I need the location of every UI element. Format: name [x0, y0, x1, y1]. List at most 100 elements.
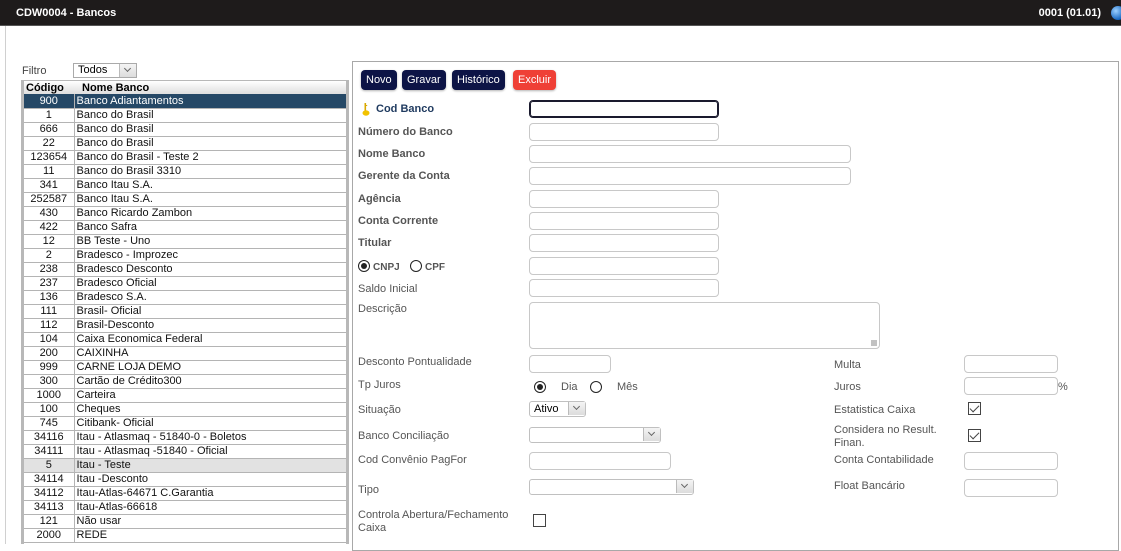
document-input[interactable]	[529, 257, 719, 275]
resize-grip-icon[interactable]	[871, 340, 877, 346]
estatistica-caixa-checkbox[interactable]	[968, 402, 981, 415]
table-row[interactable]: 2000 REDE	[24, 528, 349, 543]
cell-codigo: 2000	[24, 528, 75, 543]
table-row[interactable]: 237 Bradesco Oficial	[24, 276, 349, 291]
table-row[interactable]: 112 Brasil-Desconto	[24, 318, 349, 333]
cell-codigo: 22	[24, 136, 75, 151]
table-row[interactable]: 1 Banco do Brasil	[24, 108, 349, 123]
desconto-pontualidade-input[interactable]	[529, 355, 611, 373]
banco-conciliacao-label: Banco Conciliação	[358, 430, 450, 442]
historico-button[interactable]: Histórico	[452, 70, 505, 90]
cnpj-label: CNPJ	[373, 262, 400, 273]
juros-input[interactable]	[964, 377, 1058, 395]
controla-caixa-checkbox[interactable]	[533, 514, 546, 527]
juros-label: Juros	[834, 381, 861, 393]
juros-mes-radio[interactable]	[590, 381, 602, 393]
nome-banco-input[interactable]	[529, 145, 851, 163]
chevron-down-icon[interactable]	[643, 428, 660, 441]
table-row[interactable]: 34112 Itau-Atlas-64671 C.Garantia	[24, 486, 349, 501]
chevron-down-icon[interactable]	[676, 480, 693, 493]
table-row[interactable]: 900 Banco Adiantamentos	[24, 94, 349, 109]
gravar-button[interactable]: Gravar	[402, 70, 446, 90]
cpf-radio[interactable]	[410, 260, 422, 272]
situacao-select[interactable]: Ativo	[529, 401, 586, 417]
banco-conciliacao-select[interactable]	[529, 427, 661, 443]
table-row[interactable]: 100 Cheques	[24, 402, 349, 417]
table-row[interactable]: 341 Banco Itau S.A.	[24, 178, 349, 193]
filter-select[interactable]: Todos	[73, 63, 137, 78]
saldo-inicial-input[interactable]	[529, 279, 719, 297]
chevron-down-icon[interactable]	[568, 402, 585, 415]
cell-codigo: 5	[24, 458, 75, 473]
tipo-label: Tipo	[358, 484, 379, 496]
table-row[interactable]: 422 Banco Safra	[24, 220, 349, 235]
column-header-nome-banco[interactable]: Nome Banco	[74, 81, 349, 94]
table-row[interactable]: 1000 Carteira	[24, 388, 349, 403]
chevron-down-icon[interactable]	[119, 64, 136, 77]
cell-codigo: 112	[24, 318, 75, 333]
table-row[interactable]: 666 Banco do Brasil	[24, 122, 349, 137]
float-bancario-label: Float Bancário	[834, 480, 905, 492]
considera-resultado-checkbox[interactable]	[968, 429, 981, 442]
descricao-label: Descrição	[358, 303, 407, 315]
window-title: CDW0004 - Bancos	[16, 7, 117, 19]
table-row[interactable]: 252587 Banco Itau S.A.	[24, 192, 349, 207]
cell-codigo: 252587	[24, 192, 75, 207]
table-row[interactable]: 12 BB Teste - Uno	[24, 234, 349, 249]
multa-input[interactable]	[964, 355, 1058, 373]
controla-caixa-label-line1: Controla Abertura/Fechamento	[358, 509, 509, 521]
gerente-conta-input[interactable]	[529, 167, 851, 185]
cell-nome-banco: Banco Safra	[74, 220, 349, 235]
cell-codigo: 34116	[24, 430, 75, 445]
table-row[interactable]: 238 Bradesco Desconto	[24, 262, 349, 277]
table-row[interactable]: 745 Citibank- Oficial	[24, 416, 349, 431]
titular-input[interactable]	[529, 234, 719, 252]
conta-corrente-input[interactable]	[529, 212, 719, 230]
table-row[interactable]: 11 Banco do Brasil 3310	[24, 164, 349, 179]
situacao-label: Situação	[358, 404, 401, 416]
table-row[interactable]: 123654 Banco do Brasil - Teste 2	[24, 150, 349, 165]
globe-icon[interactable]	[1111, 6, 1121, 20]
cell-codigo: 100	[24, 402, 75, 417]
cell-codigo: 121	[24, 514, 75, 529]
table-row[interactable]: 5 Itau - Teste	[24, 458, 349, 473]
table-row[interactable]: 34113 Itau-Atlas-66618	[24, 500, 349, 515]
table-row[interactable]: 136 Bradesco S.A.	[24, 290, 349, 305]
table-row[interactable]: 34114 Itau -Desconto	[24, 472, 349, 487]
juros-mes-label: Mês	[617, 381, 638, 393]
descricao-textarea[interactable]	[529, 302, 880, 349]
table-row[interactable]: 121 Não usar	[24, 514, 349, 529]
table-row[interactable]: 22 Banco do Brasil	[24, 136, 349, 151]
juros-dia-radio[interactable]	[534, 381, 546, 393]
column-header-codigo[interactable]: Código	[24, 81, 74, 94]
agencia-input[interactable]	[529, 190, 719, 208]
table-row[interactable]: 2 Bradesco - Improzec	[24, 248, 349, 263]
table-row[interactable]: 300 Cartão de Crédito300	[24, 374, 349, 389]
considera-resultado-label-line2: Finan.	[834, 437, 865, 449]
nome-banco-label: Nome Banco	[358, 148, 426, 160]
cell-codigo: 200	[24, 346, 75, 361]
cell-nome-banco: Banco Itau S.A.	[74, 178, 349, 193]
conta-contabilidade-input[interactable]	[964, 452, 1058, 470]
grid-scrollbar[interactable]	[346, 81, 349, 544]
numero-banco-input[interactable]	[529, 123, 719, 141]
float-bancario-input[interactable]	[964, 479, 1058, 497]
table-row[interactable]: 34116 Itau - Atlasmaq - 51840-0 - Boletos	[24, 430, 349, 445]
table-row[interactable]: 34111 Itau - Atlasmaq -51840 - Oficial	[24, 444, 349, 459]
cell-nome-banco: Brasil- Oficial	[74, 304, 349, 319]
novo-button[interactable]: Novo	[361, 70, 397, 90]
table-row[interactable]: 104 Caixa Economica Federal	[24, 332, 349, 347]
excluir-button[interactable]: Excluir	[513, 70, 557, 90]
table-row[interactable]: 111 Brasil- Oficial	[24, 304, 349, 319]
table-row[interactable]: 430 Banco Ricardo Zambon	[24, 206, 349, 221]
title-bar: CDW0004 - Bancos 0001 (01.01)	[0, 0, 1121, 26]
cnpj-radio[interactable]	[358, 260, 370, 272]
tipo-select[interactable]	[529, 479, 694, 495]
cell-codigo: 422	[24, 220, 75, 235]
cell-nome-banco: Itau-Atlas-64671 C.Garantia	[74, 486, 349, 501]
table-row[interactable]: 999 CARNE LOJA DEMO	[24, 360, 349, 375]
cell-codigo: 111	[24, 304, 75, 319]
table-row[interactable]: 200 CAIXINHA	[24, 346, 349, 361]
cod-banco-input[interactable]	[529, 100, 719, 118]
cod-convenio-input[interactable]	[529, 452, 671, 470]
